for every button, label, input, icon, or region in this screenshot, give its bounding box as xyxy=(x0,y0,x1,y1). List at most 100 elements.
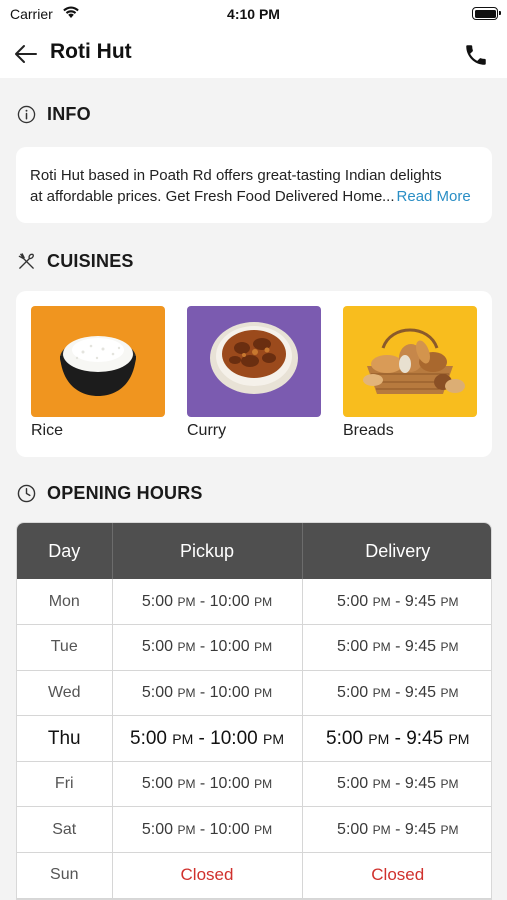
pickup-close-time: 10:00 xyxy=(209,592,250,610)
pickup-open-ampm: PM xyxy=(177,640,196,655)
pickup-close-ampm: PM xyxy=(254,685,273,700)
pickup-open-time: 5:00 xyxy=(141,638,173,656)
cuisine-item-breads[interactable]: Breads xyxy=(343,306,477,440)
cuisines-heading: CUISINES xyxy=(47,251,134,271)
table-row: Fri 5:00 PM - 10:00 PM 5:00 PM - 9:45 PM xyxy=(17,761,491,808)
pickup-cell: 5:00 PM - 10:00 PM xyxy=(112,670,303,717)
delivery-close-time: 9:45 xyxy=(404,820,436,838)
delivery-open-time: 5:00 xyxy=(337,775,369,793)
delivery-cell: 5:00 PM - 9:45 PM xyxy=(302,715,491,762)
back-arrow-icon[interactable] xyxy=(12,40,40,68)
cuisine-image-curry xyxy=(187,306,321,417)
delivery-close-time: 9:45 xyxy=(404,592,436,610)
day-label: Thu xyxy=(47,727,81,749)
delivery-close-ampm: PM xyxy=(448,730,470,747)
delivery-cell: 5:00 PM - 9:45 PM xyxy=(302,761,491,808)
delivery-open-ampm: PM xyxy=(368,730,390,747)
table-row: Tue 5:00 PM - 10:00 PM 5:00 PM - 9:45 PM xyxy=(17,624,491,671)
cuisine-label-breads: Breads xyxy=(343,422,394,439)
cuisine-label-curry: Curry xyxy=(187,422,227,439)
pickup-open-ampm: PM xyxy=(177,685,196,700)
utensils-icon xyxy=(18,253,34,269)
delivery-open-time: 5:00 xyxy=(337,638,369,656)
info-section-header: INFO xyxy=(17,104,91,125)
nav-bar: Roti Hut xyxy=(0,30,507,78)
delivery-open-ampm: PM xyxy=(372,594,391,609)
phone-call-icon[interactable] xyxy=(463,42,489,68)
delivery-open-ampm: PM xyxy=(372,640,391,655)
pickup-close-ampm: PM xyxy=(254,640,273,655)
pickup-close-ampm: PM xyxy=(262,730,284,747)
battery-icon xyxy=(472,7,501,20)
pickup-open-time: 5:00 xyxy=(141,820,173,838)
pickup-open-ampm: PM xyxy=(172,730,194,747)
opening-hours-table: Day Pickup Delivery Mon 5:00 PM - 10:00 P… xyxy=(16,522,492,900)
pickup-close-time: 10:00 xyxy=(209,683,250,701)
table-row: Wed 5:00 PM - 10:00 PM 5:00 PM - 9:45 PM xyxy=(17,670,491,717)
info-description: Roti Hut based in Poath Rd offers great-… xyxy=(30,165,478,207)
day-cell: Tue xyxy=(17,624,113,671)
clock-icon xyxy=(17,484,36,503)
delivery-close-ampm: PM xyxy=(440,640,459,655)
delivery-open-time: 5:00 xyxy=(337,683,369,701)
pickup-close-ampm: PM xyxy=(254,822,273,837)
day-cell: Thu xyxy=(17,715,113,762)
pickup-cell: Closed xyxy=(112,852,303,899)
info-line-2-text: at affordable prices. Get Fresh Food Del… xyxy=(30,188,382,205)
delivery-close-ampm: PM xyxy=(440,777,459,792)
delivery-open-time: 5:00 xyxy=(337,592,369,610)
delivery-open-time: 5:00 xyxy=(337,820,369,838)
pickup-closed: Closed xyxy=(180,865,234,885)
delivery-close-time: 9:45 xyxy=(404,638,436,656)
delivery-close-ampm: PM xyxy=(440,822,459,837)
pickup-close-ampm: PM xyxy=(254,594,273,609)
pickup-open-time: 5:00 xyxy=(141,592,173,610)
table-header-row: Day Pickup Delivery xyxy=(17,523,491,579)
pickup-close-time: 10:00 xyxy=(210,727,258,749)
cuisine-image-rice xyxy=(31,306,165,417)
day-label: Sat xyxy=(52,820,77,838)
info-card: Roti Hut based in Poath Rd offers great-… xyxy=(16,147,492,223)
info-heading: INFO xyxy=(47,104,91,124)
pickup-open-ampm: PM xyxy=(177,594,196,609)
page-title: Roti Hut xyxy=(50,40,132,63)
table-row: Thu 5:00 PM - 10:00 PM 5:00 PM - 9:45 PM xyxy=(17,715,491,762)
column-header-pickup: Pickup xyxy=(112,523,303,579)
table-row: Sat 5:00 PM - 10:00 PM 5:00 PM - 9:45 PM xyxy=(17,806,491,854)
delivery-cell: 5:00 PM - 9:45 PM xyxy=(302,670,491,717)
delivery-cell: Closed xyxy=(302,852,491,899)
pickup-cell: 5:00 PM - 10:00 PM xyxy=(112,579,303,626)
rice-bowl-icon xyxy=(60,336,136,396)
bread-basket-icon xyxy=(363,328,465,394)
day-cell: Sat xyxy=(17,806,113,854)
day-cell: Mon xyxy=(17,579,113,626)
pickup-cell: 5:00 PM - 10:00 PM xyxy=(112,715,303,762)
curry-bowl-icon xyxy=(210,322,298,394)
pickup-open-ampm: PM xyxy=(177,777,196,792)
column-header-delivery: Delivery xyxy=(302,523,491,579)
day-cell: Wed xyxy=(17,670,113,717)
cuisine-label-rice: Rice xyxy=(31,422,64,439)
status-bar: Carrier 4:10 PM xyxy=(0,0,507,30)
pickup-open-time: 5:00 xyxy=(141,683,173,701)
info-line-1: Roti Hut based in Poath Rd offers great-… xyxy=(30,167,442,184)
pickup-open-time: 5:00 xyxy=(130,727,167,749)
pickup-open-time: 5:00 xyxy=(141,775,173,793)
pickup-cell: 5:00 PM - 10:00 PM xyxy=(112,806,303,854)
cuisine-image-breads xyxy=(343,306,477,417)
pickup-close-ampm: PM xyxy=(254,777,273,792)
cuisine-item-rice[interactable]: Rice xyxy=(31,306,165,440)
pickup-close-time: 10:00 xyxy=(209,820,250,838)
pickup-cell: 5:00 PM - 10:00 PM xyxy=(112,624,303,671)
day-label: Tue xyxy=(50,638,78,656)
delivery-open-time: 5:00 xyxy=(326,727,364,749)
delivery-close-time: 9:45 xyxy=(404,683,436,701)
read-more-link[interactable]: Read More xyxy=(397,186,471,207)
day-cell: Fri xyxy=(17,761,113,808)
cuisine-item-curry[interactable]: Curry xyxy=(187,306,321,440)
opening-hours-heading: OPENING HOURS xyxy=(47,483,203,503)
delivery-open-ampm: PM xyxy=(372,777,391,792)
column-header-day: Day xyxy=(17,523,113,579)
info-ellipsis: ... xyxy=(382,188,395,205)
pickup-close-time: 10:00 xyxy=(209,638,250,656)
